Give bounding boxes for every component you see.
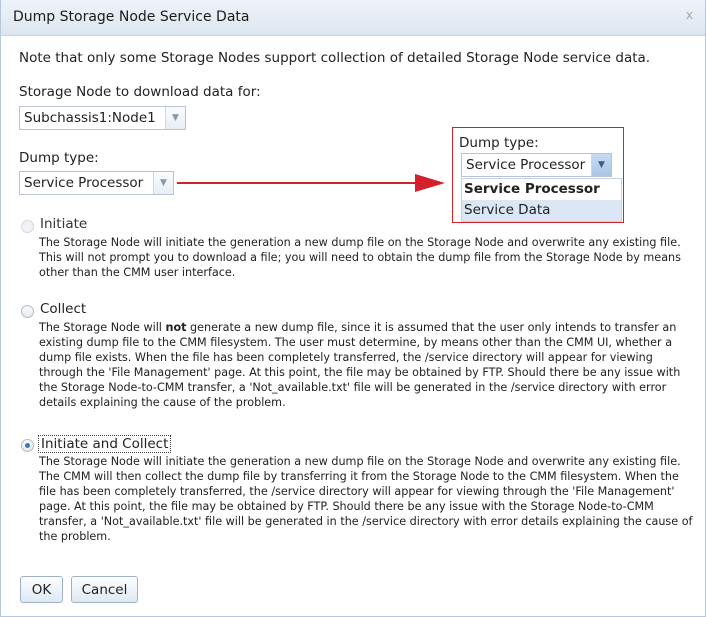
dump-service-data-dialog: Dump Storage Node Service Data x Note th…: [0, 0, 706, 617]
collect-desc-part: The Storage Node will: [39, 321, 166, 334]
chevron-down-icon[interactable]: ▼: [153, 172, 173, 194]
dropdown-option-service-data[interactable]: Service Data: [462, 200, 621, 221]
callout-dump-type-select[interactable]: Service Processor ▼: [461, 153, 612, 177]
cancel-button[interactable]: Cancel: [71, 576, 138, 603]
storage-node-value: Subchassis1:Node1: [24, 110, 156, 126]
initiate-and-collect-description: The Storage Node will initiate the gener…: [39, 455, 693, 543]
callout-dump-type-label: Dump type:: [459, 135, 539, 151]
collect-label[interactable]: Collect: [40, 301, 86, 317]
collect-desc-bold: not: [165, 321, 187, 334]
initiate-label[interactable]: Initiate: [40, 216, 87, 232]
storage-node-select[interactable]: Subchassis1:Node1 ▼: [19, 106, 186, 130]
storage-node-label: Storage Node to download data for:: [19, 84, 261, 100]
initiate-radio[interactable]: [21, 220, 34, 233]
chevron-down-icon[interactable]: ▼: [165, 107, 185, 129]
collect-radio[interactable]: [21, 305, 34, 318]
initiate-and-collect-label[interactable]: Initiate and Collect: [38, 435, 172, 453]
callout-arrow-line: [177, 182, 417, 184]
dump-type-value: Service Processor: [24, 175, 144, 191]
dump-type-label: Dump type:: [19, 150, 99, 166]
chevron-down-icon[interactable]: ▼: [591, 154, 611, 176]
initiate-description: The Storage Node will initiate the gener…: [39, 236, 681, 279]
collect-desc-part: generate a new dump file, since it is as…: [39, 321, 681, 409]
close-icon[interactable]: x: [686, 8, 693, 22]
callout-dump-type-value: Service Processor: [466, 157, 586, 173]
callout-arrowhead-icon: [415, 174, 445, 192]
dialog-title: Dump Storage Node Service Data: [13, 9, 250, 25]
dump-type-dropdown-list: Service Processor Service Data: [461, 178, 622, 222]
note-text: Note that only some Storage Nodes suppor…: [19, 50, 651, 66]
dump-type-select[interactable]: Service Processor ▼: [19, 171, 174, 195]
dump-type-callout: Dump type: Service Processor ▼ Service P…: [452, 127, 624, 223]
ok-button[interactable]: OK: [20, 576, 63, 603]
initiate-and-collect-radio[interactable]: [21, 439, 34, 452]
collect-description: The Storage Node will not generate a new…: [39, 320, 699, 410]
dialog-titlebar: Dump Storage Node Service Data x: [1, 0, 705, 36]
dropdown-option-service-processor[interactable]: Service Processor: [462, 179, 621, 200]
